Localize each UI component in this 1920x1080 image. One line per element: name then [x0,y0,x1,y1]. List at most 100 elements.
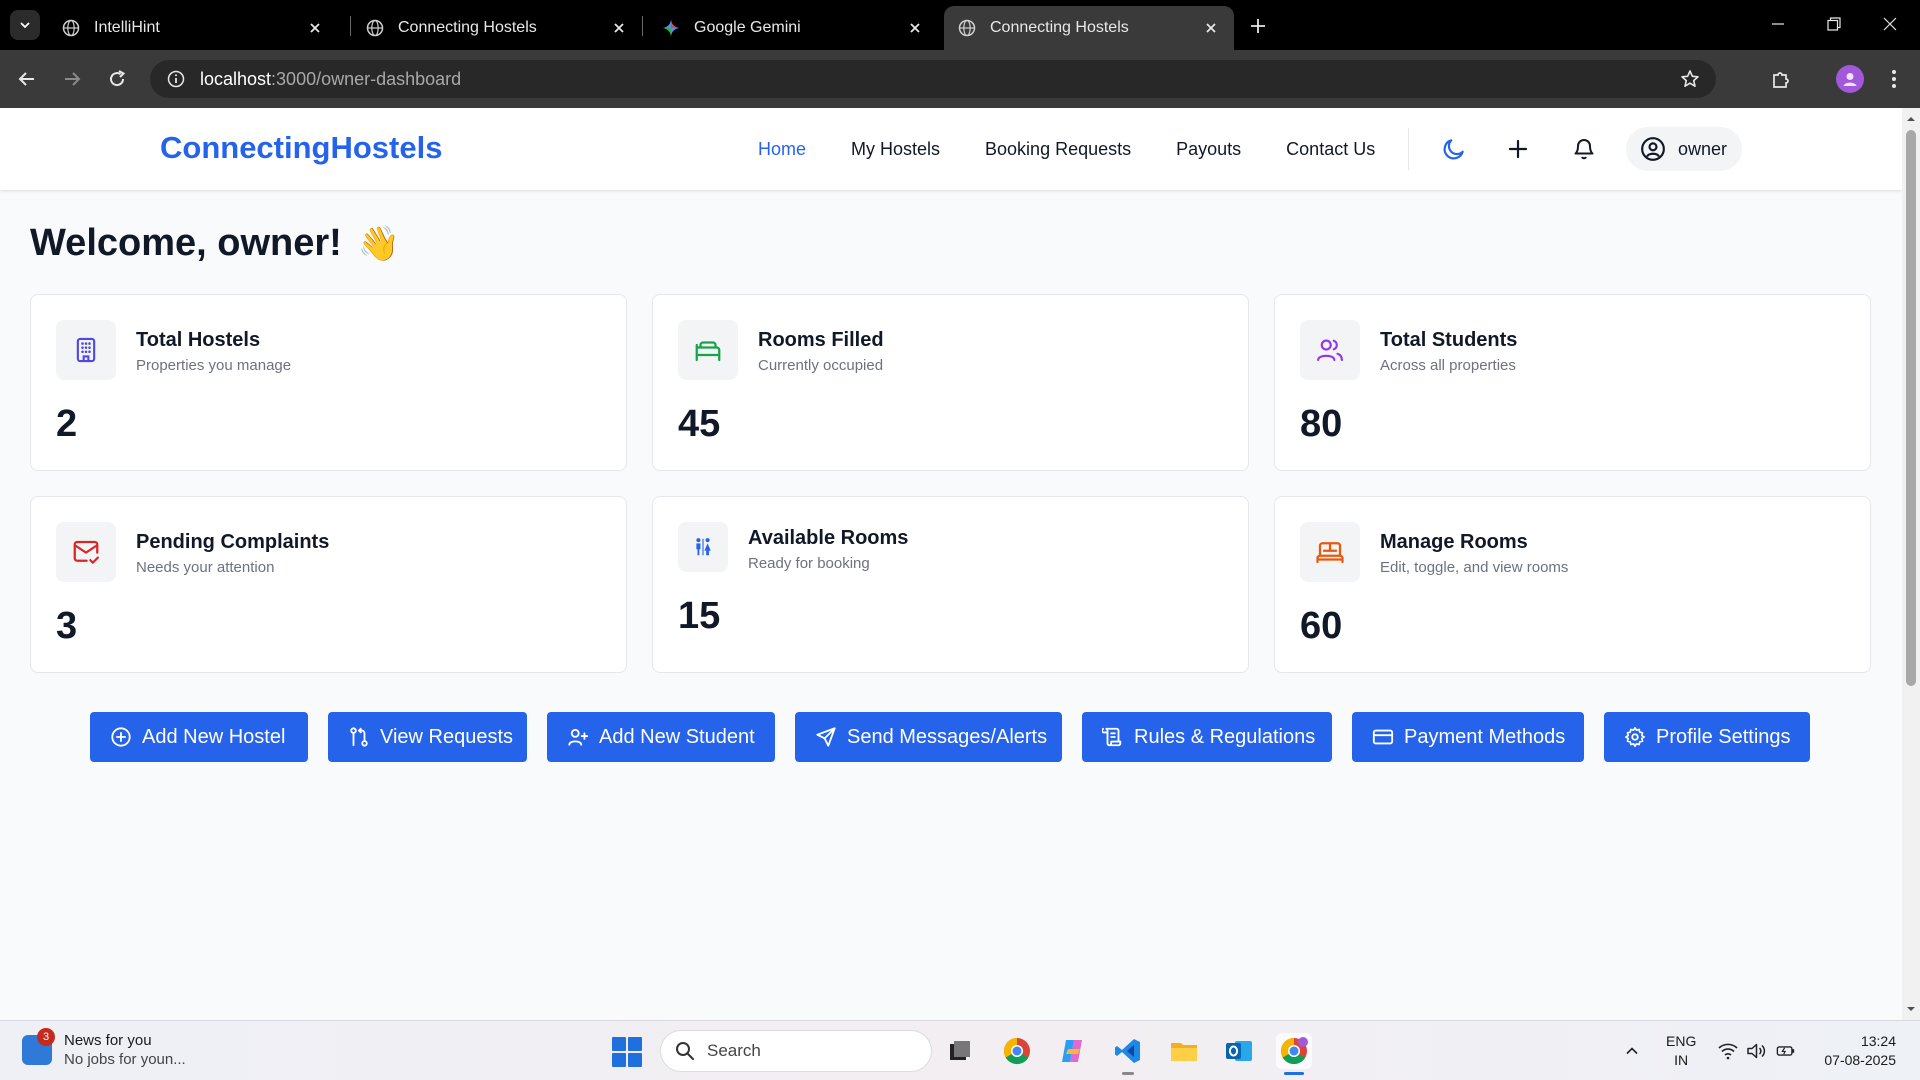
file-explorer-app[interactable] [1166,1033,1202,1069]
stat-card-total-students[interactable]: Total Students Across all properties 80 [1274,294,1871,471]
outlook-app[interactable] [1221,1033,1257,1069]
app-header: ConnectingHostels Home My Hostels Bookin… [0,108,1902,190]
building-icon [56,320,116,380]
tab-connecting-hostels-active[interactable]: Connecting Hostels [944,6,1234,50]
users-icon [1300,320,1360,380]
new-tab-button[interactable] [1244,12,1272,40]
address-bar[interactable]: localhost:3000/owner-dashboard [150,60,1716,98]
chrome-icon [1280,1037,1308,1065]
add-new-hostel-button[interactable]: Add New Hostel [90,712,308,762]
quick-actions: Add New Hostel View Requests Add New Stu… [90,712,1810,762]
user-name: owner [1678,138,1728,159]
close-icon[interactable] [1200,17,1222,39]
view-requests-button[interactable]: View Requests [328,712,527,762]
system-clock[interactable]: 13:24 07-08-2025 [1812,1032,1896,1070]
stat-card-total-hostels[interactable]: Total Hostels Properties you manage 2 [30,294,627,471]
nav-contact-us[interactable]: Contact Us [1286,139,1375,160]
puzzle-icon [1773,72,1789,88]
button-label: Add New Student [599,725,755,748]
vscode-app[interactable] [1110,1033,1146,1075]
button-label: Payment Methods [1404,725,1566,748]
button-label: Profile Settings [1656,725,1791,748]
stat-card-pending-complaints[interactable]: Pending Complaints Needs your attention … [30,496,627,673]
task-view-app[interactable] [942,1033,978,1069]
close-icon[interactable] [608,17,630,39]
stat-card-rooms-filled[interactable]: Rooms Filled Currently occupied 45 [652,294,1249,471]
plus-circle-icon [111,727,131,747]
active-indicator [1284,1072,1304,1075]
extensions-button[interactable] [1765,63,1797,95]
page-scrollbar[interactable] [1902,108,1920,1020]
show-hidden-icons-chevron-up-icon[interactable] [1622,1041,1642,1061]
close-icon[interactable] [904,17,926,39]
reload-button[interactable] [101,63,133,95]
card-value: 45 [678,403,721,445]
language-code: ENG [1666,1033,1697,1049]
language-indicator[interactable]: ENG IN [1666,1032,1696,1070]
mail-check-icon [56,522,116,582]
more-vertical-icon [1892,70,1896,88]
arrow-left-icon [18,72,34,86]
card-subtitle: Properties you manage [136,357,292,374]
profile-settings-button[interactable]: Profile Settings [1604,712,1810,762]
card-subtitle: Edit, toggle, and view rooms [1380,559,1569,576]
tab-separator [350,16,351,36]
tab-google-gemini[interactable]: Google Gemini [648,6,938,50]
nav-divider [1408,128,1409,170]
brand-logo[interactable]: ConnectingHostels [160,130,442,166]
card-title: Rooms Filled [758,329,884,351]
browser-menu-button[interactable] [1878,63,1910,95]
scrollbar-thumb[interactable] [1906,130,1916,686]
gemini-icon [662,19,680,37]
stat-card-manage-rooms[interactable]: Manage Rooms Edit, toggle, and view room… [1274,496,1871,673]
tab-connecting-hostels[interactable]: Connecting Hostels [352,6,642,50]
card-subtitle: Ready for booking [748,555,870,572]
back-button[interactable] [11,63,43,95]
user-menu[interactable]: owner [1626,127,1742,171]
dark-mode-toggle[interactable] [1440,135,1468,163]
forward-button[interactable] [56,63,88,95]
outlook-icon [1226,1041,1252,1061]
close-window-button[interactable] [1870,8,1910,40]
add-new-student-button[interactable]: Add New Student [547,712,775,762]
nav-payouts[interactable]: Payouts [1176,139,1241,160]
send-messages-alerts-button[interactable]: Send Messages/Alerts [795,712,1062,762]
wifi-icon[interactable] [1718,1041,1738,1061]
scroll-up-icon[interactable] [1906,114,1916,124]
news-widget[interactable]: 3 News for you No jobs for youn... [22,1028,186,1069]
close-icon [1883,17,1897,31]
nav-home[interactable]: Home [758,139,806,160]
minimize-button[interactable] [1758,8,1798,40]
site-info-icon[interactable] [164,67,188,91]
card-subtitle: Currently occupied [758,357,884,374]
copilot-app[interactable] [1054,1033,1090,1069]
volume-icon[interactable] [1746,1041,1766,1061]
battery-icon[interactable] [1776,1041,1796,1061]
windows-taskbar: 3 News for you No jobs for youn... Searc… [0,1020,1920,1080]
gear-icon [1625,727,1645,747]
tab-search-button[interactable] [10,10,40,40]
taskbar-search[interactable]: Search [660,1030,932,1072]
close-icon[interactable] [304,17,326,39]
bookmark-star-icon[interactable] [1678,67,1702,91]
rules-regulations-button[interactable]: Rules & Regulations [1082,712,1332,762]
chrome-profile-app[interactable] [1276,1033,1312,1075]
chrome-app[interactable] [999,1033,1035,1069]
stat-card-available-rooms[interactable]: Available Rooms Ready for booking 15 [652,496,1249,673]
task-view-icon [950,1041,970,1060]
restore-button[interactable] [1814,8,1854,40]
notifications-button[interactable] [1570,135,1598,163]
scroll-down-icon[interactable] [1906,1004,1916,1014]
arrow-right-icon [65,72,81,86]
avatar-icon [1843,73,1857,86]
browser-toolbar: localhost:3000/owner-dashboard [0,50,1920,108]
payment-methods-button[interactable]: Payment Methods [1352,712,1584,762]
profile-avatar[interactable] [1836,65,1864,93]
nav-booking-requests[interactable]: Booking Requests [985,139,1131,160]
nav-my-hostels[interactable]: My Hostels [851,139,940,160]
tab-intellihint[interactable]: IntelliHint [48,6,338,50]
add-button[interactable] [1504,135,1532,163]
windows-start-icon[interactable] [612,1037,642,1067]
tab-title: Connecting Hostels [398,19,537,36]
running-indicator [1122,1072,1134,1075]
